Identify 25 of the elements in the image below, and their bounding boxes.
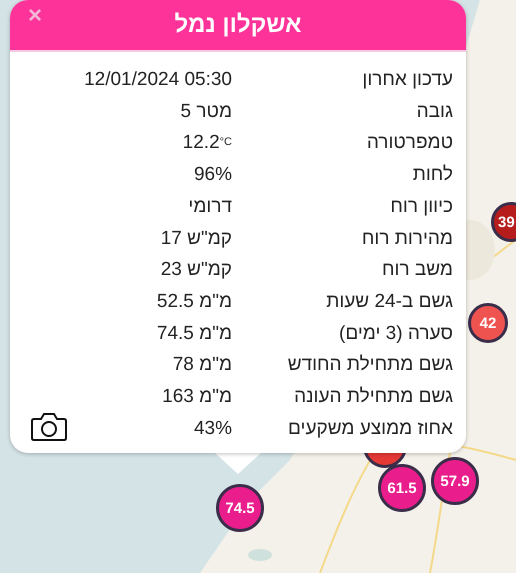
field-value: 163 מ"מ xyxy=(161,385,232,410)
field-value: דרומי xyxy=(187,194,232,219)
field-label: מהירות רוח xyxy=(360,226,453,251)
field-label: לחות xyxy=(412,163,453,188)
field-label: גובה xyxy=(416,100,453,124)
field-label: גשם מתחילת העונה xyxy=(293,385,453,410)
field-label: גשם ב-24 שעות xyxy=(325,290,453,314)
field-value: 74.5 מ"מ xyxy=(156,322,232,346)
field-value: 5 מטר xyxy=(180,100,232,124)
field-label: עדכון אחרון xyxy=(361,68,453,92)
field-value: 23 קמ"ש xyxy=(160,258,232,282)
field-label: גשם מתחילת החודש xyxy=(286,353,453,378)
station-title: אשקלון נמל xyxy=(174,11,302,39)
field-label: משב רוח xyxy=(381,258,453,282)
field-value: 12/01/2024 05:30 xyxy=(83,68,232,92)
field-label: טמפרטורה xyxy=(366,131,453,156)
field-value: 96% xyxy=(192,163,232,188)
field-value: 52.5 מ"מ xyxy=(156,290,232,314)
field-label: אחוז ממוצע משקעים xyxy=(287,416,453,441)
field-value: 17 קמ"ש xyxy=(160,226,232,251)
field-label: סערה (3 ימים) xyxy=(338,322,453,346)
camera-icon[interactable] xyxy=(30,412,68,442)
field-value: 78 מ"מ xyxy=(172,353,232,378)
field-label: כיוון רוח xyxy=(389,194,453,219)
field-value: 43% xyxy=(192,416,232,441)
